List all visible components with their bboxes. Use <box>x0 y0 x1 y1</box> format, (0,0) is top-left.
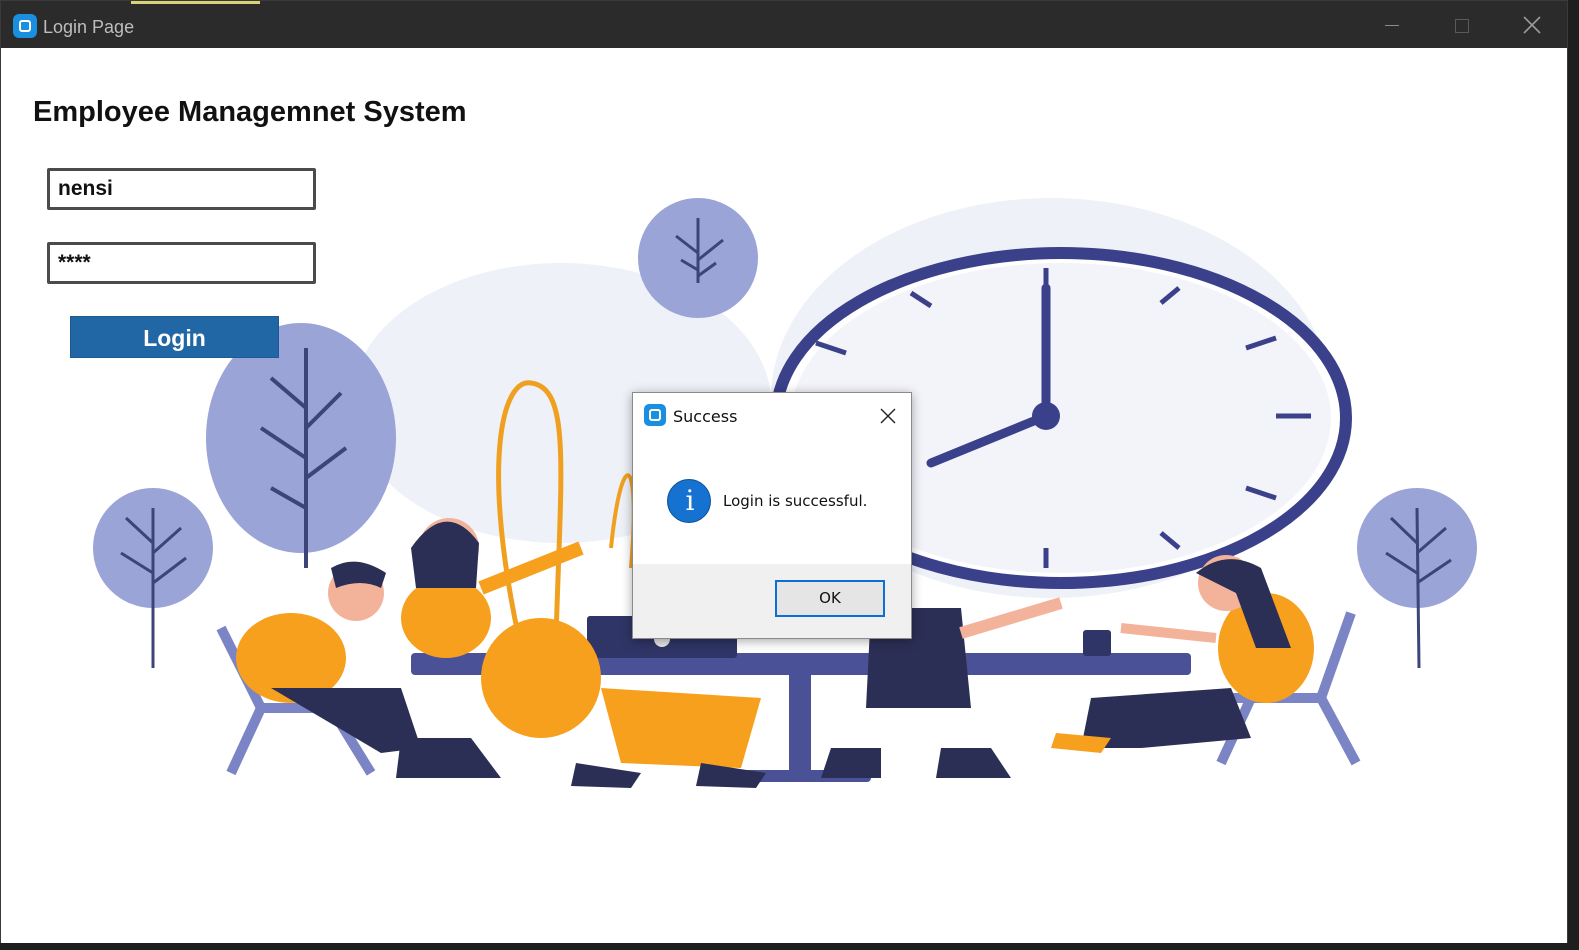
username-input[interactable]: nensi <box>47 168 316 210</box>
page-title: Employee Managemnet System <box>33 96 467 128</box>
dialog-title: Success <box>673 407 738 426</box>
close-icon <box>1523 16 1541 34</box>
close-icon <box>880 408 896 424</box>
app-icon <box>13 14 37 38</box>
minimize-button[interactable] <box>1363 1 1423 48</box>
success-dialog: Success i Login is successful. OK <box>632 392 912 639</box>
dialog-message: Login is successful. <box>723 492 868 510</box>
info-icon: i <box>667 479 711 523</box>
maximize-button[interactable] <box>1433 1 1493 48</box>
minimize-icon <box>1385 25 1399 26</box>
maximize-icon <box>1455 19 1469 33</box>
dialog-close-button[interactable] <box>877 405 899 427</box>
window-title: Login Page <box>43 17 135 37</box>
title-bar-accent <box>131 1 260 4</box>
password-input[interactable]: **** <box>47 242 316 284</box>
title-bar[interactable]: Login Page <box>1 1 1567 48</box>
ok-button[interactable]: OK <box>775 580 885 617</box>
dialog-app-icon <box>644 404 666 426</box>
close-button[interactable] <box>1502 1 1562 48</box>
login-button[interactable]: Login <box>70 316 279 358</box>
app-window: Login Page Employee Managemnet System ne… <box>0 0 1568 943</box>
